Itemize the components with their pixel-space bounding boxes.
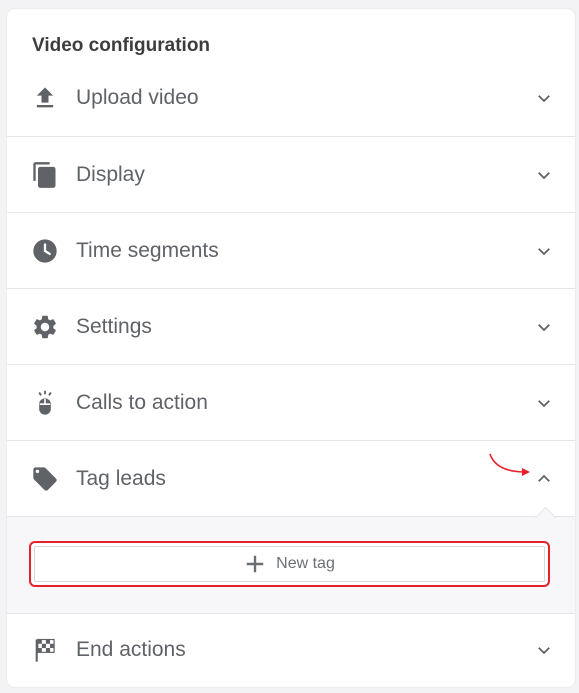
section-upload-video[interactable]: Upload video (7, 60, 575, 137)
chevron-down-icon[interactable] (535, 394, 553, 412)
panel-title: Video configuration (32, 35, 211, 56)
chevron-up-icon[interactable] (535, 470, 553, 488)
section-time-segments[interactable]: Time segments (7, 213, 575, 289)
section-display[interactable]: Display (7, 137, 575, 213)
tag-leads-content: New tag (7, 506, 575, 614)
checkered-flag-icon (31, 636, 59, 664)
copy-icon (31, 161, 59, 189)
upload-icon (31, 84, 59, 112)
section-tag-leads[interactable]: Tag leads (7, 441, 575, 517)
chevron-down-icon[interactable] (535, 166, 553, 184)
chevron-down-icon[interactable] (535, 89, 553, 107)
section-label: Settings (76, 314, 152, 338)
chevron-down-icon[interactable] (535, 641, 553, 659)
section-label: End actions (76, 638, 186, 661)
mouse-click-icon (31, 389, 59, 417)
clock-icon (31, 237, 59, 265)
tag-icon (31, 465, 59, 493)
section-end-actions[interactable]: End actions (7, 613, 575, 687)
section-label: Tag leads (76, 466, 166, 490)
gear-icon (31, 313, 59, 341)
new-tag-button[interactable]: New tag (29, 541, 550, 587)
chevron-down-icon[interactable] (535, 242, 553, 260)
video-configuration-panel: Video configuration Upload video Display… (7, 9, 575, 687)
section-settings[interactable]: Settings (7, 289, 575, 365)
section-calls-to-action[interactable]: Calls to action (7, 365, 575, 441)
section-label: Time segments (76, 238, 219, 262)
section-label: Upload video (76, 86, 199, 109)
chevron-down-icon[interactable] (535, 318, 553, 336)
section-label: Display (76, 162, 145, 186)
plus-icon (244, 553, 266, 575)
new-tag-label: New tag (276, 555, 335, 572)
section-label: Calls to action (76, 390, 208, 414)
